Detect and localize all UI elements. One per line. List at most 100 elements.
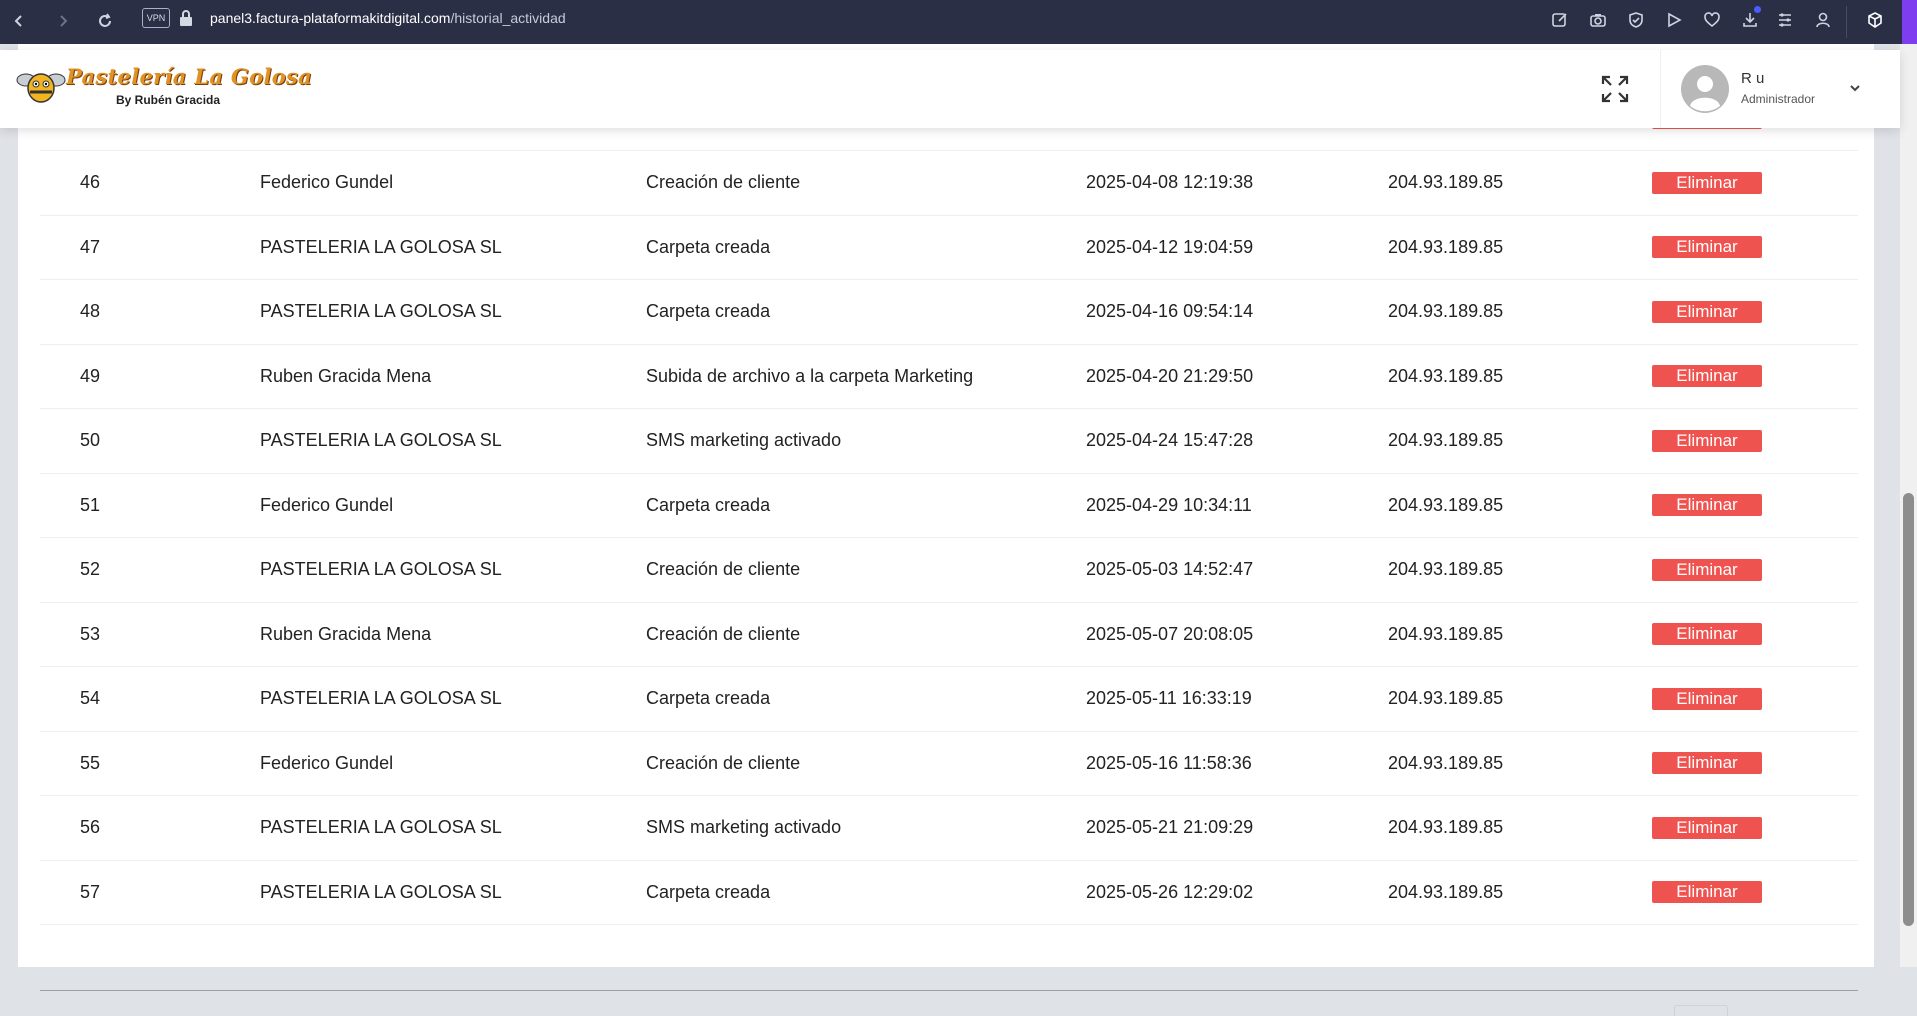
row-action: Carpeta creada: [646, 301, 771, 321]
row-action: Carpeta creada: [646, 688, 771, 708]
user-name: R u: [1741, 70, 1765, 87]
favorites-button[interactable]: [1701, 9, 1723, 31]
row-actions: Eliminar: [1652, 409, 1762, 473]
chevron-left-icon: [14, 15, 22, 27]
scrollbar-thumb[interactable]: [1903, 493, 1914, 926]
row-actions: Eliminar: [1652, 602, 1762, 666]
row-date: 2025-05-11 16:33:19: [1086, 688, 1252, 708]
row-user: Federico Gundel: [260, 494, 394, 515]
row-date: 2025-04-16 09:54:14: [1086, 301, 1254, 321]
row-date: 2025-05-16 11:58:36: [1086, 752, 1252, 773]
row-action: Creación de cliente: [646, 559, 801, 579]
row-user: Ruben Gracida Mena: [260, 365, 432, 386]
row-id: 46: [80, 172, 101, 192]
delete-button[interactable]: Eliminar: [1652, 494, 1762, 516]
table-row: 51 Federico Gundel Carpeta creada 2025-04-2…: [40, 473, 1858, 538]
row-user: PASTELERIA LA GOLOSA SL: [260, 817, 502, 837]
row-user: Federico Gundel: [260, 752, 394, 773]
delete-button[interactable]: Eliminar: [1652, 171, 1762, 194]
screenshot-button[interactable]: [1587, 9, 1609, 31]
row-action: Creación de cliente: [646, 172, 801, 192]
pagination-control[interactable]: [1674, 1005, 1728, 1016]
url-path: /historial_actividad: [450, 10, 566, 26]
table-row: 52 PASTELERIA LA GOLOSA SL Creación de cli…: [40, 538, 1858, 603]
delete-button[interactable]: Eliminar: [1652, 623, 1762, 645]
row-actions: Eliminar: [1652, 151, 1762, 215]
delete-button[interactable]: Eliminar: [1652, 687, 1762, 710]
back-button[interactable]: [6, 8, 32, 34]
player-button[interactable]: [1663, 9, 1685, 31]
delete-button[interactable]: Eliminar: [1652, 558, 1762, 581]
delete-button[interactable]: Eliminar: [1652, 236, 1762, 258]
avatar: [1681, 65, 1729, 113]
row-ip: 204.93.189.85: [1388, 881, 1504, 902]
row-user: PASTELERIA LA GOLOSA SL: [260, 236, 502, 257]
row-date: 2025-04-12 19:04:59: [1086, 236, 1254, 257]
edit-page-button[interactable]: [1549, 9, 1571, 31]
delete-button[interactable]: Eliminar: [1652, 429, 1762, 452]
chevron-down-icon: [1850, 85, 1860, 92]
menu-button[interactable]: [1774, 9, 1796, 31]
reload-button[interactable]: [92, 8, 118, 34]
table-row: 48 PASTELERIA LA GOLOSA SL Carpeta creada 2…: [40, 280, 1858, 345]
table-row: 55 Federico Gundel Creación de cliente 2025…: [40, 731, 1858, 796]
cube-icon: [1868, 12, 1882, 28]
row-date: 2025-05-26 12:29:02: [1086, 881, 1254, 902]
row-id: 48: [80, 301, 101, 321]
table-row: 47 PASTELERIA LA GOLOSA SL Carpeta creada 2…: [40, 215, 1858, 280]
row-actions: Eliminar: [1652, 860, 1762, 924]
row-date: 2025-05-07 20:08:05: [1086, 623, 1254, 644]
delete-button[interactable]: Eliminar: [1652, 752, 1762, 774]
row-action: Subida de archivo a la carpeta Marketing: [646, 365, 974, 386]
download-indicator-dot: [1754, 6, 1761, 13]
row-actions: Eliminar: [1652, 344, 1762, 408]
side-panel-toggle[interactable]: [1902, 0, 1917, 44]
profile-button[interactable]: [1812, 9, 1834, 31]
delete-button[interactable]: Eliminar: [1652, 300, 1762, 323]
row-action: Creación de cliente: [646, 623, 801, 644]
delete-button[interactable]: Eliminar: [1652, 365, 1762, 387]
row-action: Carpeta creada: [646, 494, 771, 515]
row-date: 2025-05-21 21:09:29: [1086, 817, 1254, 837]
row-action: SMS marketing activado: [646, 817, 842, 837]
bee-mascot-icon: [16, 73, 66, 103]
camera-icon: [1590, 14, 1606, 27]
row-ip: 204.93.189.85: [1388, 301, 1504, 321]
chevron-right-icon: [60, 15, 68, 27]
row-id: 53: [80, 623, 101, 644]
table-bottom-border: [40, 990, 1858, 991]
user-menu[interactable]: R u Administrador: [1660, 50, 1901, 128]
delete-button[interactable]: Eliminar: [1652, 881, 1762, 903]
app-area: Pastelería La Golosa By Rubén Gracida R …: [0, 44, 1917, 1016]
row-actions: Eliminar: [1652, 280, 1762, 344]
row-id: 55: [80, 752, 101, 773]
reload-icon: [99, 13, 111, 27]
forward-button[interactable]: [50, 8, 76, 34]
delete-button[interactable]: Eliminar: [1652, 816, 1762, 839]
row-user: Federico Gundel: [260, 172, 394, 192]
table-row: 57 PASTELERIA LA GOLOSA SL Carpeta creada 2…: [40, 860, 1858, 925]
row-ip: 204.93.189.85: [1388, 494, 1504, 515]
row-ip: 204.93.189.85: [1388, 365, 1504, 386]
table-row: 46 Federico Gundel Creación de cliente 2025…: [40, 151, 1858, 216]
row-ip: 204.93.189.85: [1388, 623, 1504, 644]
row-ip: 204.93.189.85: [1388, 688, 1504, 708]
row-user: PASTELERIA LA GOLOSA SL: [260, 559, 502, 579]
row-user: PASTELERIA LA GOLOSA SL: [260, 881, 502, 902]
row-action: Carpeta creada: [646, 881, 771, 902]
row-id: 56: [80, 817, 101, 837]
play-icon: [1668, 12, 1682, 28]
fullscreen-button[interactable]: [1600, 74, 1630, 104]
row-ip: 204.93.189.85: [1388, 817, 1504, 837]
row-ip: 204.93.189.85: [1388, 236, 1504, 257]
extensions-button[interactable]: [1864, 9, 1886, 31]
table-row: 56 PASTELERIA LA GOLOSA SL SMS marketing a…: [40, 796, 1858, 861]
row-action: Carpeta creada: [646, 236, 771, 257]
brand-logo[interactable]: Pastelería La Golosa By Rubén Gracida: [16, 62, 312, 112]
vpn-badge[interactable]: VPN: [142, 8, 170, 28]
shield-button[interactable]: [1625, 9, 1647, 31]
row-date: 2025-04-20 21:29:50: [1086, 365, 1254, 386]
address-bar[interactable]: panel3.factura-plataformakitdigital.com/…: [210, 10, 566, 26]
row-ip: 204.93.189.85: [1388, 430, 1504, 450]
row-actions: Eliminar: [1652, 731, 1762, 795]
